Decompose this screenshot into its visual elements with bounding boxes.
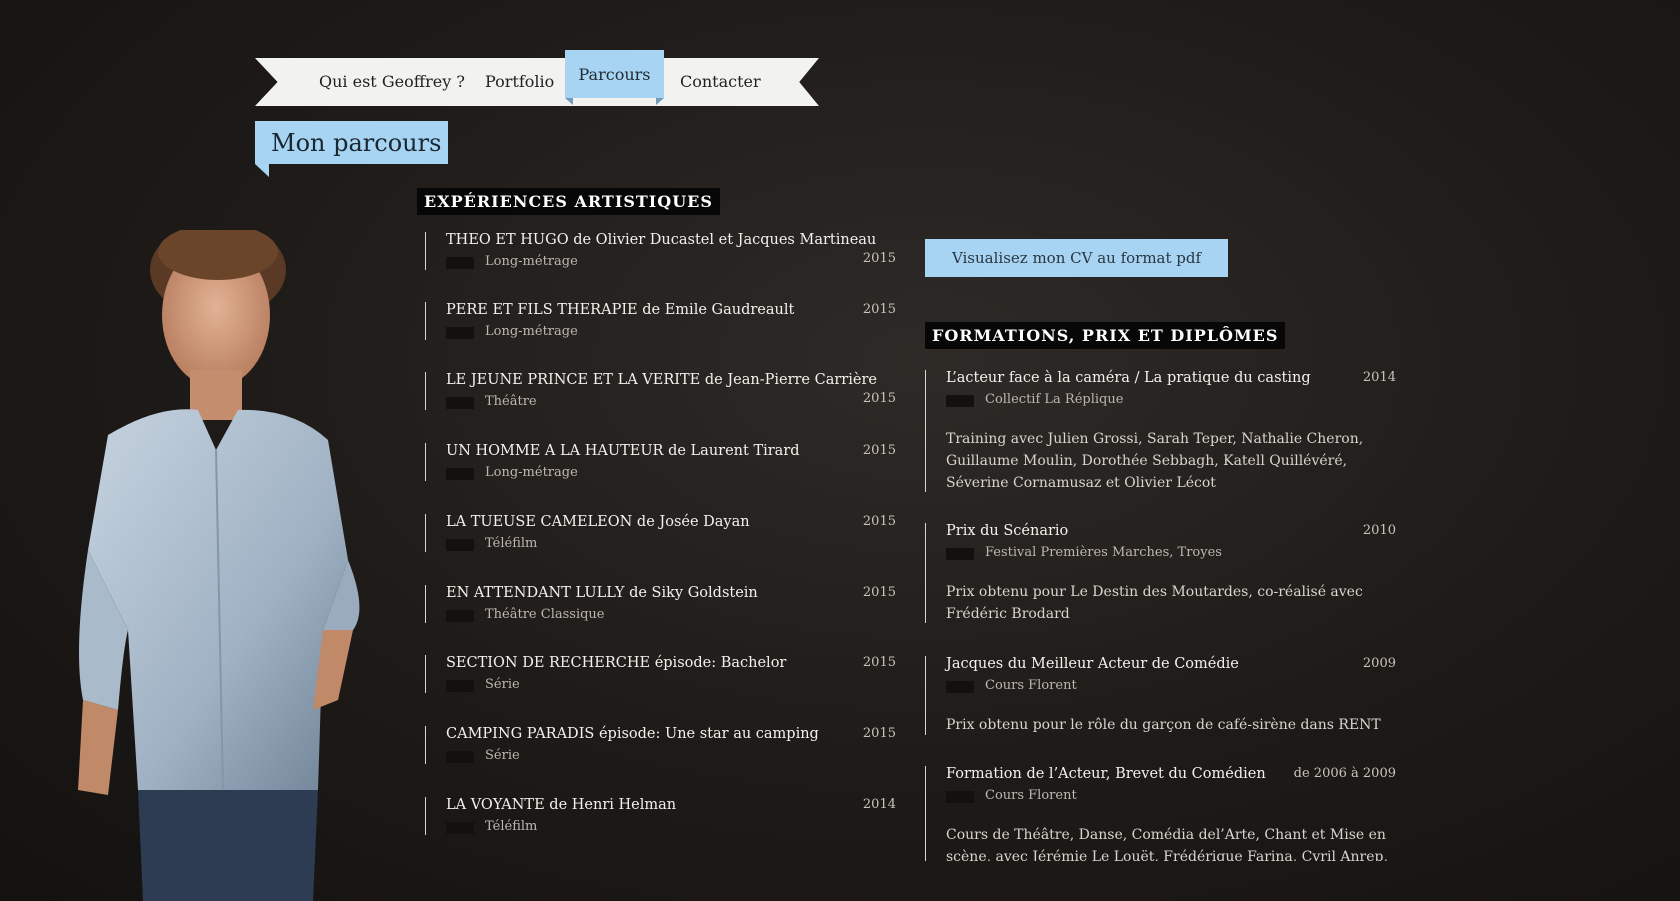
formation-title: L’acteur face à la caméra / La pratique …	[946, 370, 1311, 386]
experience-category: Long-métrage	[485, 465, 578, 480]
formation-description: Training avec Julien Grossi, Sarah Teper…	[946, 431, 1364, 491]
experience-title: EN ATTENDANT LULLY de Siky Goldstein	[446, 585, 758, 601]
experience-year: 2015	[862, 391, 896, 406]
experience-title: SECTION DE RECHERCHE épisode: Bachelor	[446, 655, 787, 671]
experience-item: THEO ET HUGO de Olivier Ducastel et Jacq…	[425, 232, 896, 270]
page-title-fold	[255, 164, 269, 177]
formation-description: Cours de Théâtre, Danse, Comédia del’Art…	[946, 827, 1388, 861]
category-icon	[446, 610, 474, 622]
formation-year: 2010	[1362, 523, 1396, 538]
experience-title: UN HOMME A LA HAUTEUR de Laurent Tirard	[446, 443, 800, 459]
formation-title: Formation de l’Acteur, Brevet du Comédie…	[946, 766, 1266, 782]
formation-title: Jacques du Meilleur Acteur de Comédie	[946, 656, 1239, 672]
experience-category: Théâtre Classique	[485, 607, 605, 622]
formation-year: 2009	[1362, 656, 1396, 671]
experience-item: UN HOMME A LA HAUTEUR de Laurent Tirard …	[425, 443, 896, 481]
formation-year: 2014	[1362, 370, 1396, 385]
experience-title: PERE ET FILS THERAPIE de Emile Gaudreaul…	[446, 302, 795, 318]
formation-org: Collectif La Réplique	[985, 392, 1124, 407]
category-icon	[446, 257, 474, 269]
formation-item: Prix du Scénario 2010 Festival Premières…	[925, 523, 1396, 623]
formation-description: Prix obtenu pour Le Destin des Moutardes…	[946, 584, 1363, 622]
formation-description: Prix obtenu pour le rôle du garçon de ca…	[946, 717, 1381, 733]
formation-item: Formation de l’Acteur, Brevet du Comédie…	[925, 766, 1396, 861]
category-icon	[446, 327, 474, 339]
experience-category: Long-métrage	[485, 254, 578, 269]
experiences-heading: EXPÉRIENCES ARTISTIQUES	[417, 188, 720, 215]
organization-icon	[946, 681, 974, 693]
experience-item: CAMPING PARADIS épisode: Une star au cam…	[425, 726, 896, 764]
experience-year: 2015	[862, 302, 896, 317]
nav-item-parcours[interactable]: Parcours	[565, 50, 664, 98]
organization-icon	[946, 395, 974, 407]
organization-icon	[946, 791, 974, 803]
experience-title: LA TUEUSE CAMELEON de Josée Dayan	[446, 514, 750, 530]
formations-heading: FORMATIONS, PRIX ET DIPLÔMES	[925, 322, 1286, 349]
experience-item: LE JEUNE PRINCE ET LA VERITE de Jean-Pie…	[425, 372, 896, 410]
formation-item: Jacques du Meilleur Acteur de Comédie 20…	[925, 656, 1396, 735]
nav-item-portfolio[interactable]: Portfolio	[485, 72, 554, 91]
experience-item: LA TUEUSE CAMELEON de Josée Dayan Téléfi…	[425, 514, 896, 552]
nav-item-qui-est-geoffrey[interactable]: Qui est Geoffrey ?	[319, 72, 465, 91]
formation-title: Prix du Scénario	[946, 523, 1069, 539]
nav-active-fold-left	[565, 98, 573, 105]
experience-category: Téléfilm	[485, 536, 538, 551]
main-nav: Qui est Geoffrey ? Portfolio Contacter	[255, 58, 819, 106]
category-icon	[446, 822, 474, 834]
category-icon	[446, 539, 474, 551]
experience-year: 2014	[862, 797, 896, 812]
experience-title: LE JEUNE PRINCE ET LA VERITE de Jean-Pie…	[446, 372, 877, 388]
experience-year: 2015	[862, 585, 896, 600]
experience-title: CAMPING PARADIS épisode: Une star au cam…	[446, 726, 819, 742]
experience-item: EN ATTENDANT LULLY de Siky Goldstein Thé…	[425, 585, 896, 623]
experience-item: SECTION DE RECHERCHE épisode: Bachelor S…	[425, 655, 896, 693]
page-title: Mon parcours	[255, 121, 448, 164]
formation-org: Cours Florent	[985, 788, 1077, 803]
formation-year: de 2006 à 2009	[1293, 766, 1396, 781]
nav-active-fold-right	[656, 98, 664, 105]
category-icon	[446, 397, 474, 409]
experience-item: LA VOYANTE de Henri Helman Téléfilm 2014	[425, 797, 896, 835]
experience-year: 2015	[862, 443, 896, 458]
experience-year: 2015	[862, 251, 896, 266]
experience-item: PERE ET FILS THERAPIE de Emile Gaudreaul…	[425, 302, 896, 340]
experience-category: Série	[485, 677, 520, 692]
category-icon	[446, 680, 474, 692]
experience-category: Long-métrage	[485, 324, 578, 339]
category-icon	[446, 468, 474, 480]
experience-year: 2015	[862, 514, 896, 529]
experience-year: 2015	[862, 726, 896, 741]
nav-item-contacter[interactable]: Contacter	[680, 72, 761, 91]
experience-category: Téléfilm	[485, 819, 538, 834]
experience-category: Théâtre	[485, 394, 537, 409]
experience-title: THEO ET HUGO de Olivier Ducastel et Jacq…	[446, 232, 877, 248]
portrait-photo	[78, 230, 360, 901]
experience-title: LA VOYANTE de Henri Helman	[446, 797, 677, 813]
formation-item: L’acteur face à la caméra / La pratique …	[925, 370, 1396, 492]
category-icon	[446, 751, 474, 763]
experience-category: Série	[485, 748, 520, 763]
organization-icon	[946, 548, 974, 560]
formation-org: Cours Florent	[985, 678, 1077, 693]
formation-org: Festival Premières Marches, Troyes	[985, 545, 1222, 560]
experience-year: 2015	[862, 655, 896, 670]
cv-pdf-button[interactable]: Visualisez mon CV au format pdf	[925, 239, 1228, 277]
